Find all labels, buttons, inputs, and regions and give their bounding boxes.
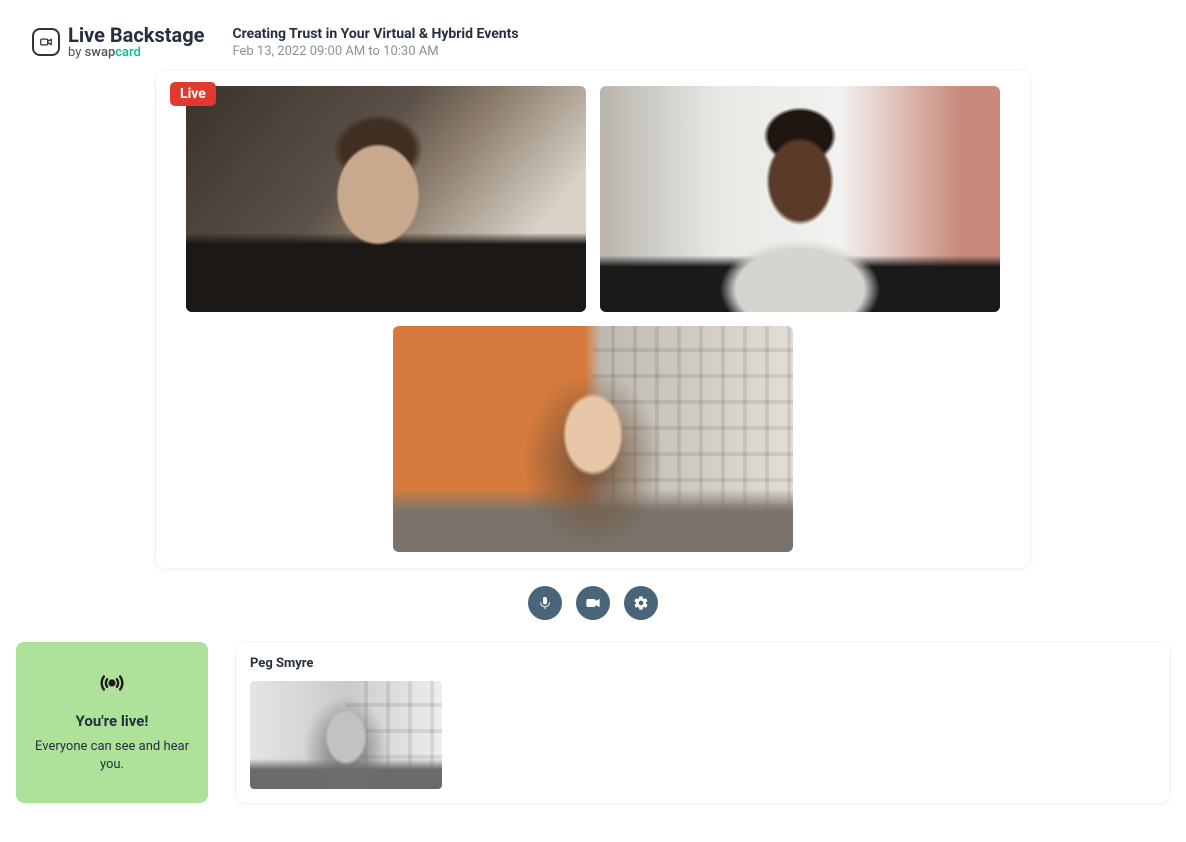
logo-subtitle: by swapcard [68, 46, 204, 60]
logo-text: Live Backstage by swapcard [68, 24, 204, 60]
backstage-panel: Peg Smyre [236, 642, 1170, 803]
broadcast-icon [99, 670, 125, 700]
camera-button[interactable] [576, 586, 610, 620]
event-info: Creating Trust in Your Virtual & Hybrid … [232, 24, 518, 59]
gear-icon [633, 595, 649, 611]
backstage-participant-name: Peg Smyre [250, 656, 1156, 671]
mic-button[interactable] [528, 586, 562, 620]
media-controls [156, 568, 1030, 642]
live-status-subtitle: Everyone can see and hear you. [34, 738, 190, 774]
settings-button[interactable] [624, 586, 658, 620]
live-status-card: You're live! Everyone can see and hear y… [16, 642, 208, 803]
event-title: Creating Trust in Your Virtual & Hybrid … [232, 26, 518, 42]
camera-icon [585, 595, 601, 611]
main-stage: Live [156, 70, 1030, 568]
live-badge: Live [170, 82, 216, 106]
backstage-participant-thumbnail[interactable] [250, 681, 442, 789]
participant-video-1[interactable] [186, 86, 586, 312]
live-status-title: You're live! [76, 712, 149, 730]
logo-icon [32, 28, 60, 56]
logo-title: Live Backstage [68, 24, 204, 46]
app-header: Live Backstage by swapcard Creating Trus… [0, 0, 1186, 70]
video-grid [172, 86, 1014, 552]
microphone-icon [537, 595, 553, 611]
logo: Live Backstage by swapcard [32, 24, 204, 60]
participant-video-3[interactable] [393, 326, 793, 552]
event-datetime: Feb 13, 2022 09:00 AM to 10:30 AM [232, 44, 518, 59]
participant-video-2[interactable] [600, 86, 1000, 312]
